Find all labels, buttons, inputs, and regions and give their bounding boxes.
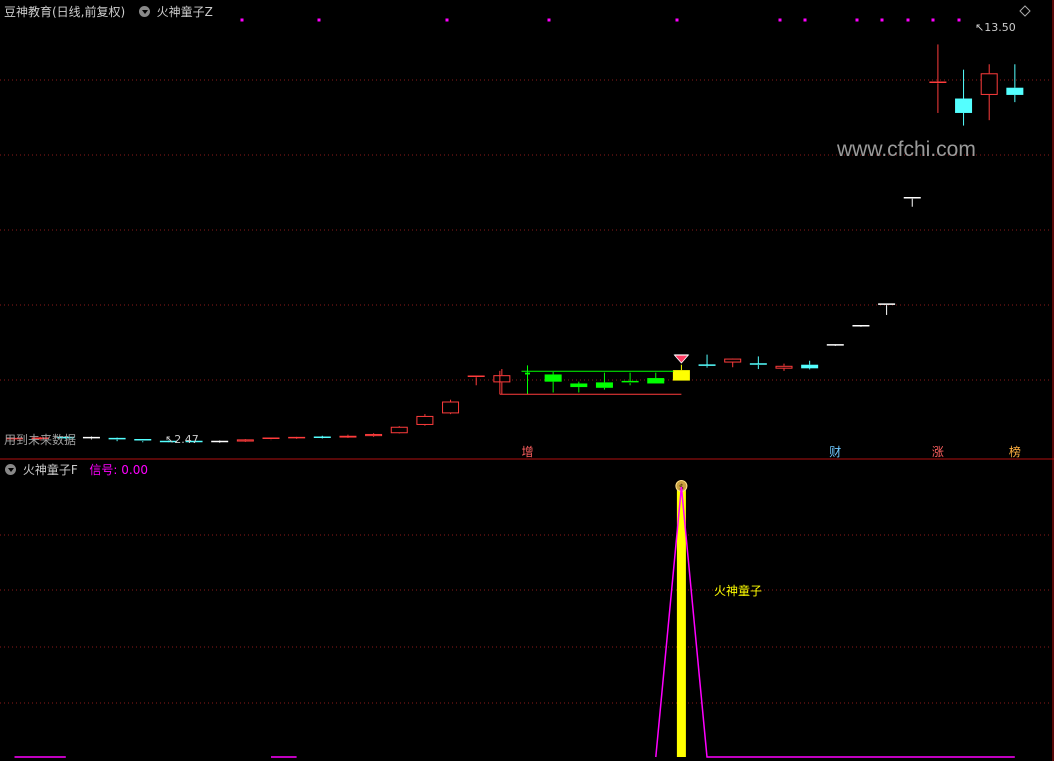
candle-body xyxy=(365,433,383,437)
top-dot xyxy=(675,18,679,22)
top-dot xyxy=(906,18,910,22)
future-data-note: 用到未来数据 xyxy=(4,433,77,447)
candle-body xyxy=(544,374,562,382)
candle-body xyxy=(416,415,434,425)
grid-lines xyxy=(0,79,1052,704)
signal-panel: $ xyxy=(14,480,1015,758)
candle-body xyxy=(442,401,460,414)
top-dot xyxy=(855,18,859,22)
watermark: www.cfchi.com xyxy=(836,138,976,161)
indicator-menu-icon[interactable] xyxy=(138,6,150,17)
event-marker-2: 涨 xyxy=(932,444,944,459)
top-dot xyxy=(445,18,449,22)
candle-body xyxy=(339,435,357,438)
expand-diamond-icon[interactable] xyxy=(1019,5,1031,17)
candle-body xyxy=(493,375,511,383)
signal-line-segment xyxy=(655,486,1015,758)
candle-body xyxy=(1006,87,1024,95)
event-markers: 增财涨榜 xyxy=(521,444,1020,459)
sub-header: 火神童子F 信号: 0.00 xyxy=(5,461,148,478)
candle-body xyxy=(775,365,793,369)
top-dot xyxy=(547,18,551,22)
price-labels: ↖13.50 ↖2.47 xyxy=(165,21,1016,446)
main-header: 豆神教育(日线,前复权) 火神童子Z xyxy=(4,3,213,20)
candle-body xyxy=(980,73,998,95)
pattern-overlay xyxy=(499,354,690,395)
signal-text: 火神童子 xyxy=(714,583,762,598)
candle-body xyxy=(955,98,973,113)
top-dot xyxy=(240,18,244,22)
candlestick-series[interactable] xyxy=(6,44,1024,443)
event-marker-0: 增 xyxy=(521,445,533,459)
high-price-label: ↖13.50 xyxy=(975,21,1016,34)
chart-canvas: www.cfchi.com 增 财 涨 榜 ↖13.50 ↖2.47 $ 火神童子 xyxy=(0,0,1054,761)
sub-indicator-menu-icon[interactable] xyxy=(5,464,16,475)
signal-value: 0.00 xyxy=(121,463,148,477)
candle-body xyxy=(570,383,588,388)
event-marker-3: 榜 xyxy=(1009,444,1021,459)
top-dot xyxy=(931,18,935,22)
candle-body xyxy=(390,426,408,434)
gem-icon xyxy=(673,354,690,364)
top-dot xyxy=(880,18,884,22)
event-marker-1: 财 xyxy=(829,445,841,459)
signal-label: 信号: xyxy=(89,463,118,477)
low-price-label: ↖2.47 xyxy=(165,433,199,446)
candle-body xyxy=(525,372,530,375)
candle-body xyxy=(647,378,665,384)
candle-body xyxy=(672,370,690,381)
chart-title: 豆神教育(日线,前复权) xyxy=(4,5,126,19)
candle-body xyxy=(236,439,254,442)
main-indicator-name[interactable]: 火神童子Z xyxy=(157,5,213,19)
sub-indicator-name[interactable]: 火神童子F xyxy=(23,463,78,477)
top-dot-markers xyxy=(240,18,961,22)
top-dot xyxy=(957,18,961,22)
top-dot xyxy=(778,18,782,22)
candle-body xyxy=(595,382,613,388)
top-dot xyxy=(317,18,321,22)
candle-body xyxy=(724,358,742,363)
top-dot xyxy=(803,18,807,22)
candle-body xyxy=(801,364,819,369)
